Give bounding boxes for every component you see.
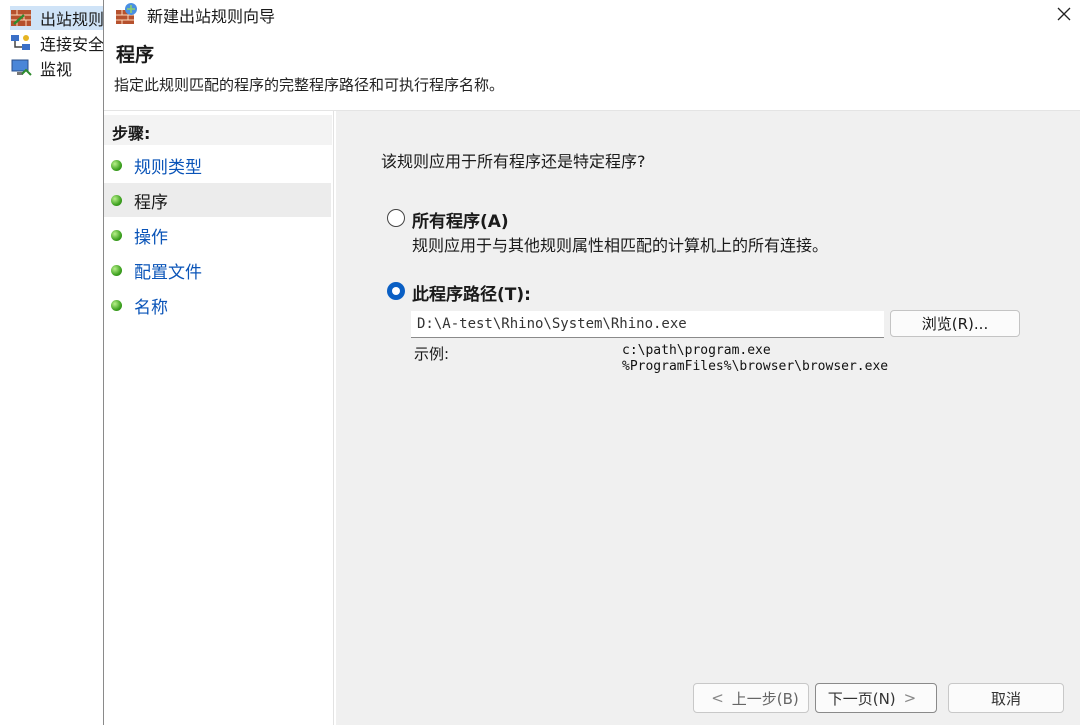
page-title: 程序	[116, 44, 155, 66]
step-status-icon	[111, 194, 122, 206]
tree-item-connection-security[interactable]: 连接安全规则	[10, 31, 110, 55]
chevron-left-icon: <	[711, 689, 724, 707]
tree-item-label: 连接安全规则	[40, 35, 110, 54]
example-path: %ProgramFiles%\browser\browser.exe	[622, 359, 889, 374]
step-label: 名称	[134, 297, 168, 318]
monitor-icon	[11, 59, 32, 76]
step-status-icon	[111, 159, 122, 171]
step-label: 程序	[134, 192, 168, 213]
tree-item-monitor[interactable]: 监视	[10, 56, 110, 80]
new-outbound-rule-wizard: 新建出站规则向导 程序 指定此规则匹配的程序的完整程序路径和可执行程序名称。 步…	[103, 0, 1080, 725]
tree-item-outbound-rules[interactable]: 出站规则	[10, 6, 110, 30]
program-path-label[interactable]: 此程序路径(T):	[412, 280, 531, 305]
step-status-icon	[111, 299, 122, 311]
example-label: 示例:	[414, 345, 450, 363]
steps-heading: 步骤:	[104, 115, 332, 145]
close-button[interactable]	[1047, 0, 1080, 28]
connection-security-icon	[11, 35, 30, 50]
title-bar[interactable]: 新建出站规则向导	[104, 0, 1080, 28]
program-path-radio[interactable]	[387, 282, 405, 300]
all-programs-radio[interactable]	[387, 209, 405, 227]
dialog-title: 新建出站规则向导	[147, 7, 276, 26]
step-label: 规则类型	[134, 157, 202, 178]
question-text: 该规则应用于所有程序还是特定程序?	[381, 152, 646, 171]
example-path: c:\path\program.exe	[622, 343, 771, 358]
step-label: 操作	[134, 227, 168, 248]
step-profile[interactable]: 配置文件	[104, 253, 331, 287]
step-rule-type[interactable]: 规则类型	[104, 148, 331, 182]
next-button-label: 下一页(N)	[827, 689, 896, 708]
next-button[interactable]: 下一页(N) >	[815, 683, 937, 713]
wizard-header: 程序 指定此规则匹配的程序的完整程序路径和可执行程序名称。	[104, 28, 1080, 111]
all-programs-label[interactable]: 所有程序(A)	[412, 207, 509, 232]
step-action[interactable]: 操作	[104, 218, 331, 252]
steps-panel: 步骤: 规则类型 程序 操作 配置文件 名称	[104, 111, 334, 725]
browse-button[interactable]: 浏览(R)...	[890, 310, 1020, 337]
chevron-right-icon: >	[903, 689, 917, 707]
tree-item-label: 出站规则	[40, 10, 105, 29]
step-name[interactable]: 名称	[104, 288, 331, 322]
all-programs-description: 规则应用于与其他规则属性相匹配的计算机上的所有连接。	[412, 236, 829, 255]
program-path-input[interactable]	[411, 311, 884, 338]
step-label: 配置文件	[134, 262, 202, 283]
background-tree: 出站规则 连接安全规则 监视	[0, 0, 110, 725]
firewall-wizard-icon	[116, 3, 137, 24]
content-panel: 该规则应用于所有程序还是特定程序? 所有程序(A) 规则应用于与其他规则属性相匹…	[336, 111, 1080, 725]
page-description: 指定此规则匹配的程序的完整程序路径和可执行程序名称。	[114, 76, 505, 94]
firewall-outbound-icon	[11, 10, 31, 26]
tree-item-label: 监视	[40, 60, 73, 79]
back-button-label: 上一步(B)	[731, 689, 799, 708]
close-icon	[1057, 7, 1071, 21]
step-program: 程序	[104, 183, 331, 217]
cancel-button[interactable]: 取消	[948, 683, 1064, 713]
step-status-icon	[111, 229, 122, 241]
back-button[interactable]: < 上一步(B)	[693, 683, 809, 713]
step-status-icon	[111, 264, 122, 276]
